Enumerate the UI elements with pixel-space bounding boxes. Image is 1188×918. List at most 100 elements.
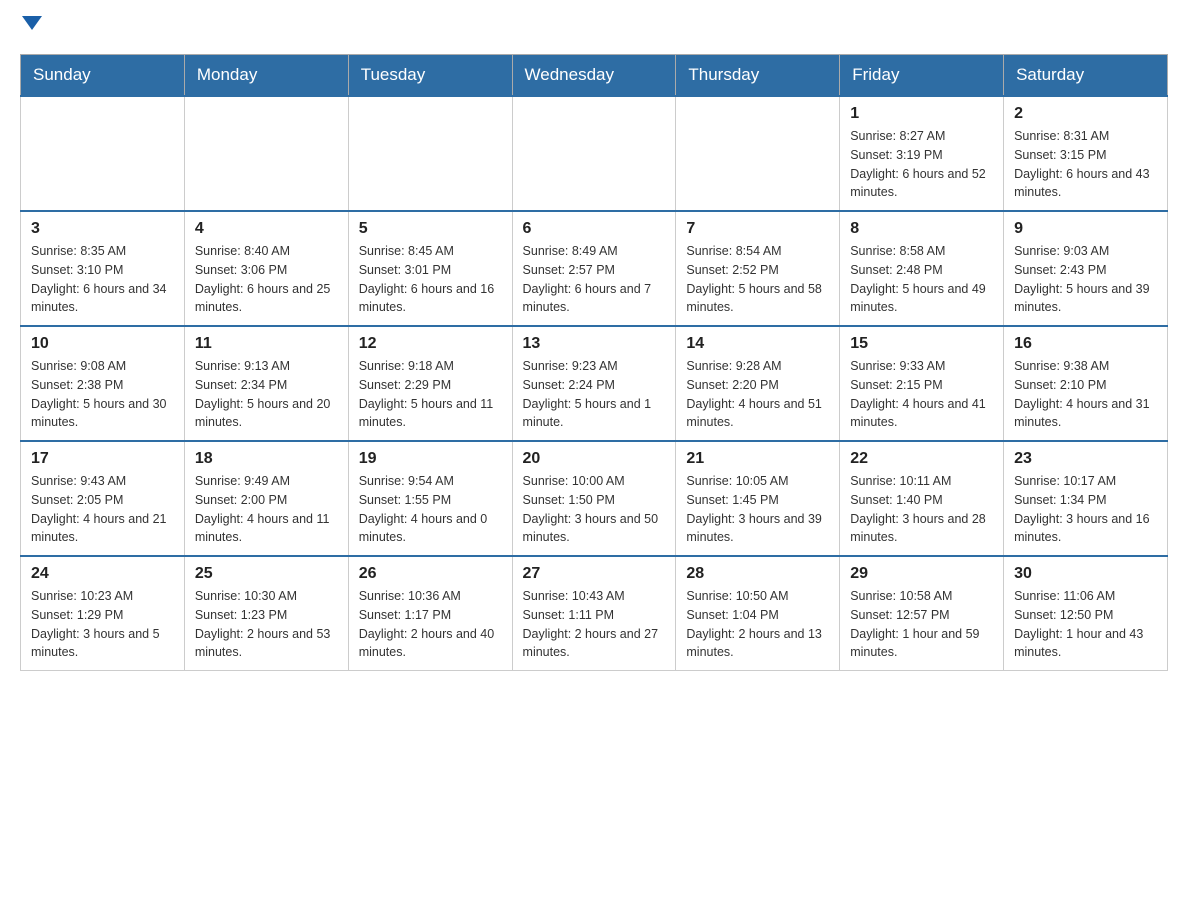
calendar-cell: 2 Sunrise: 8:31 AM Sunset: 3:15 PM Daylig… — [1004, 96, 1168, 211]
day-info: Sunrise: 8:35 AM Sunset: 3:10 PM Dayligh… — [31, 242, 174, 317]
day-info: Sunrise: 10:36 AM Sunset: 1:17 PM Daylig… — [359, 587, 502, 662]
calendar-cell: 25 Sunrise: 10:30 AM Sunset: 1:23 PM Dayl… — [184, 556, 348, 671]
day-number: 11 — [195, 335, 338, 353]
day-number: 21 — [686, 450, 829, 468]
calendar-cell: 14 Sunrise: 9:28 AM Sunset: 2:20 PM Dayli… — [676, 326, 840, 441]
calendar-cell: 16Sunrise: 9:38 AM Sunset: 2:10 PM Dayli… — [1004, 326, 1168, 441]
calendar-week-5: 24 Sunrise: 10:23 AM Sunset: 1:29 PM Dayl… — [21, 556, 1168, 671]
day-number: 10 — [31, 335, 174, 353]
day-info: Sunrise: 10:00 AM Sunset: 1:50 PM Daylig… — [523, 472, 666, 547]
day-info: Sunrise: 8:54 AM Sunset: 2:52 PM Dayligh… — [686, 242, 829, 317]
calendar-cell: 5 Sunrise: 8:45 AM Sunset: 3:01 PM Daylig… — [348, 211, 512, 326]
day-info: Sunrise: 9:54 AM Sunset: 1:55 PM Dayligh… — [359, 472, 502, 547]
day-info: Sunrise: 9:13 AM Sunset: 2:34 PM Dayligh… — [195, 357, 338, 432]
day-number: 13 — [523, 335, 666, 353]
day-number: 1 — [850, 105, 993, 123]
calendar-cell: 7 Sunrise: 8:54 AM Sunset: 2:52 PM Daylig… — [676, 211, 840, 326]
calendar-cell — [512, 96, 676, 211]
calendar-cell: 13 Sunrise: 9:23 AM Sunset: 2:24 PM Dayli… — [512, 326, 676, 441]
calendar-cell: 21 Sunrise: 10:05 AM Sunset: 1:45 PM Dayl… — [676, 441, 840, 556]
day-info: Sunrise: 9:08 AM Sunset: 2:38 PM Dayligh… — [31, 357, 174, 432]
day-info: Sunrise: 10:23 AM Sunset: 1:29 PM Daylig… — [31, 587, 174, 662]
weekday-header-row: SundayMondayTuesdayWednesdayThursdayFrid… — [21, 55, 1168, 97]
day-info: Sunrise: 10:30 AM Sunset: 1:23 PM Daylig… — [195, 587, 338, 662]
day-number: 4 — [195, 220, 338, 238]
calendar-cell: 23 Sunrise: 10:17 AM Sunset: 1:34 PM Dayl… — [1004, 441, 1168, 556]
day-number: 28 — [686, 565, 829, 583]
day-number: 2 — [1014, 105, 1157, 123]
day-number: 6 — [523, 220, 666, 238]
calendar-cell: 27Sunrise: 10:43 AM Sunset: 1:11 PM Dayl… — [512, 556, 676, 671]
day-number: 22 — [850, 450, 993, 468]
day-info: Sunrise: 8:27 AM Sunset: 3:19 PM Dayligh… — [850, 127, 993, 202]
day-number: 8 — [850, 220, 993, 238]
calendar-cell: 30 Sunrise: 11:06 AM Sunset: 12:50 PM Day… — [1004, 556, 1168, 671]
day-number: 23 — [1014, 450, 1157, 468]
calendar-cell: 18Sunrise: 9:49 AM Sunset: 2:00 PM Dayli… — [184, 441, 348, 556]
calendar-cell: 8 Sunrise: 8:58 AM Sunset: 2:48 PM Daylig… — [840, 211, 1004, 326]
day-info: Sunrise: 8:31 AM Sunset: 3:15 PM Dayligh… — [1014, 127, 1157, 202]
weekday-header-friday: Friday — [840, 55, 1004, 97]
day-info: Sunrise: 10:50 AM Sunset: 1:04 PM Daylig… — [686, 587, 829, 662]
calendar-cell: 6 Sunrise: 8:49 AM Sunset: 2:57 PM Daylig… — [512, 211, 676, 326]
calendar-cell: 24 Sunrise: 10:23 AM Sunset: 1:29 PM Dayl… — [21, 556, 185, 671]
weekday-header-sunday: Sunday — [21, 55, 185, 97]
day-info: Sunrise: 10:17 AM Sunset: 1:34 PM Daylig… — [1014, 472, 1157, 547]
calendar-cell: 19 Sunrise: 9:54 AM Sunset: 1:55 PM Dayli… — [348, 441, 512, 556]
calendar-cell: 12 Sunrise: 9:18 AM Sunset: 2:29 PM Dayli… — [348, 326, 512, 441]
calendar-cell: 17Sunrise: 9:43 AM Sunset: 2:05 PM Dayli… — [21, 441, 185, 556]
calendar-cell: 10 Sunrise: 9:08 AM Sunset: 2:38 PM Dayli… — [21, 326, 185, 441]
day-info: Sunrise: 9:33 AM Sunset: 2:15 PM Dayligh… — [850, 357, 993, 432]
calendar-cell: 15 Sunrise: 9:33 AM Sunset: 2:15 PM Dayli… — [840, 326, 1004, 441]
day-number: 5 — [359, 220, 502, 238]
day-info: Sunrise: 9:28 AM Sunset: 2:20 PM Dayligh… — [686, 357, 829, 432]
calendar-cell — [676, 96, 840, 211]
day-info: Sunrise: 8:58 AM Sunset: 2:48 PM Dayligh… — [850, 242, 993, 317]
day-number: 26 — [359, 565, 502, 583]
calendar-cell: 9 Sunrise: 9:03 AM Sunset: 2:43 PM Daylig… — [1004, 211, 1168, 326]
calendar-cell: 22 Sunrise: 10:11 AM Sunset: 1:40 PM Dayl… — [840, 441, 1004, 556]
calendar-week-2: 3 Sunrise: 8:35 AM Sunset: 3:10 PM Daylig… — [21, 211, 1168, 326]
day-number: 18 — [195, 450, 338, 468]
calendar-cell: 3 Sunrise: 8:35 AM Sunset: 3:10 PM Daylig… — [21, 211, 185, 326]
logo — [20, 20, 42, 34]
day-number: 20 — [523, 450, 666, 468]
calendar-cell: 26 Sunrise: 10:36 AM Sunset: 1:17 PM Dayl… — [348, 556, 512, 671]
weekday-header-tuesday: Tuesday — [348, 55, 512, 97]
weekday-header-monday: Monday — [184, 55, 348, 97]
day-info: Sunrise: 11:06 AM Sunset: 12:50 PM Dayli… — [1014, 587, 1157, 662]
day-info: Sunrise: 9:18 AM Sunset: 2:29 PM Dayligh… — [359, 357, 502, 432]
page-header — [20, 20, 1168, 34]
day-number: 25 — [195, 565, 338, 583]
day-info: Sunrise: 10:11 AM Sunset: 1:40 PM Daylig… — [850, 472, 993, 547]
day-info: Sunrise: 10:05 AM Sunset: 1:45 PM Daylig… — [686, 472, 829, 547]
calendar-cell: 28 Sunrise: 10:50 AM Sunset: 1:04 PM Dayl… — [676, 556, 840, 671]
calendar-cell — [21, 96, 185, 211]
day-number: 19 — [359, 450, 502, 468]
day-info: Sunrise: 9:23 AM Sunset: 2:24 PM Dayligh… — [523, 357, 666, 432]
day-info: Sunrise: 8:49 AM Sunset: 2:57 PM Dayligh… — [523, 242, 666, 317]
day-number: 3 — [31, 220, 174, 238]
day-number: 24 — [31, 565, 174, 583]
calendar-cell — [184, 96, 348, 211]
day-number: 15 — [850, 335, 993, 353]
day-info: Sunrise: 10:58 AM Sunset: 12:57 PM Dayli… — [850, 587, 993, 662]
logo-triangle-icon — [22, 16, 42, 30]
day-number: 30 — [1014, 565, 1157, 583]
calendar-cell: 29 Sunrise: 10:58 AM Sunset: 12:57 PM Day… — [840, 556, 1004, 671]
day-info: Sunrise: 8:45 AM Sunset: 3:01 PM Dayligh… — [359, 242, 502, 317]
day-number: 14 — [686, 335, 829, 353]
calendar-cell: 20 Sunrise: 10:00 AM Sunset: 1:50 PM Dayl… — [512, 441, 676, 556]
day-info: Sunrise: 9:03 AM Sunset: 2:43 PM Dayligh… — [1014, 242, 1157, 317]
weekday-header-saturday: Saturday — [1004, 55, 1168, 97]
day-number: 9 — [1014, 220, 1157, 238]
weekday-header-wednesday: Wednesday — [512, 55, 676, 97]
day-number: 12 — [359, 335, 502, 353]
day-info: Sunrise: 8:40 AM Sunset: 3:06 PM Dayligh… — [195, 242, 338, 317]
calendar-cell: 11 Sunrise: 9:13 AM Sunset: 2:34 PM Dayli… — [184, 326, 348, 441]
day-number: 7 — [686, 220, 829, 238]
day-number: 17 — [31, 450, 174, 468]
calendar-week-4: 17Sunrise: 9:43 AM Sunset: 2:05 PM Dayli… — [21, 441, 1168, 556]
calendar-week-3: 10 Sunrise: 9:08 AM Sunset: 2:38 PM Dayli… — [21, 326, 1168, 441]
day-number: 29 — [850, 565, 993, 583]
